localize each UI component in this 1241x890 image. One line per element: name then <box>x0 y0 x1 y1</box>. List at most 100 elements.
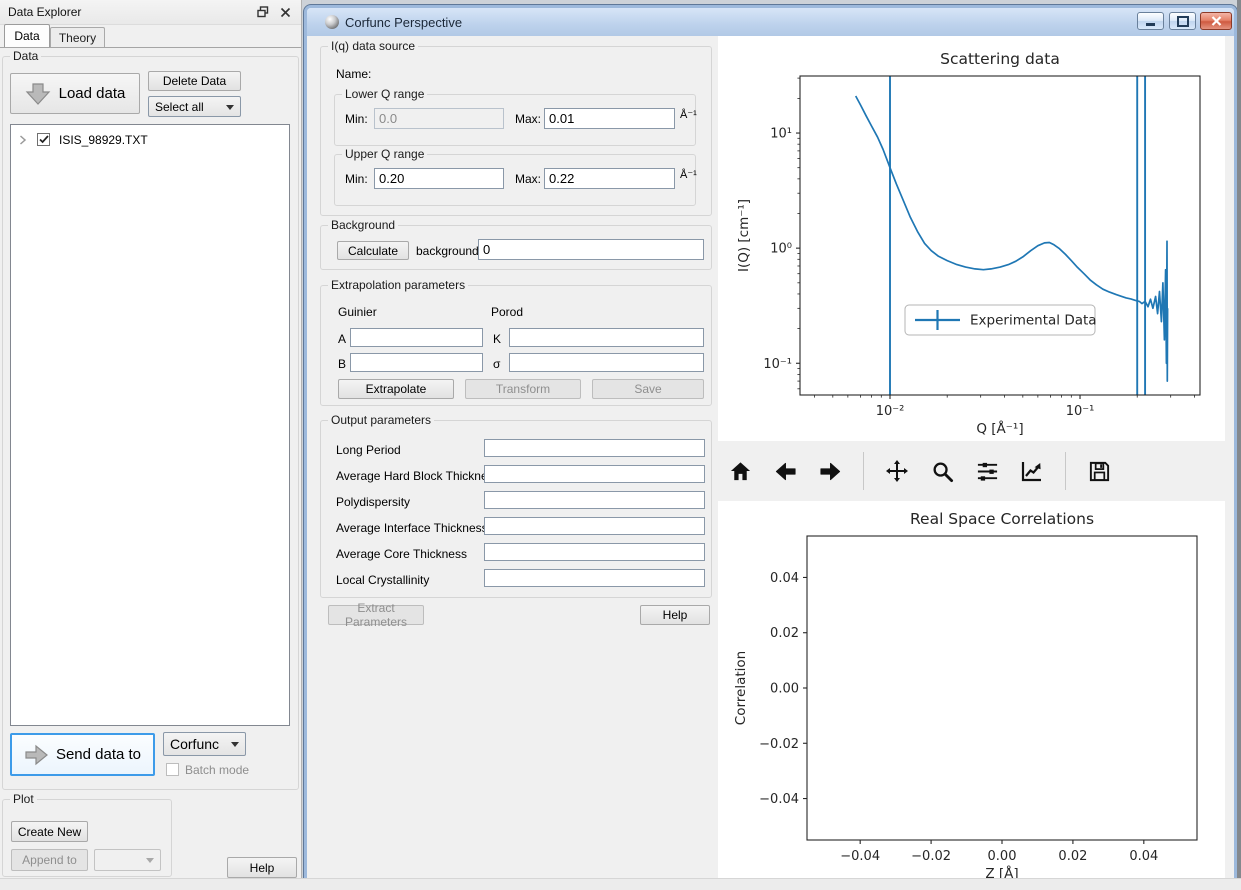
upper-q-label: Upper Q range <box>342 147 427 161</box>
extract-parameters-button[interactable]: Extract Parameters <box>328 605 424 625</box>
long-period-label: Long Period <box>336 443 401 457</box>
porod-label: Porod <box>491 305 523 319</box>
maximize-button[interactable] <box>1169 12 1196 30</box>
upper-q-range-group: Upper Q range Min: Max: Å⁻¹ <box>334 154 696 206</box>
send-data-to-button[interactable]: Send data to <box>10 733 155 776</box>
transform-button[interactable]: Transform <box>465 379 581 399</box>
statusbar-strip <box>0 878 1241 890</box>
svg-text:0.00: 0.00 <box>988 849 1017 864</box>
upper-min-input[interactable] <box>374 168 504 189</box>
upper-max-input[interactable] <box>544 168 675 189</box>
plot-groupbox: Plot Create New Append to <box>2 799 172 877</box>
avg-hard-block-input[interactable] <box>484 465 705 483</box>
lower-max-input[interactable] <box>544 108 675 129</box>
send-arrow-icon <box>24 744 48 766</box>
form-help-button[interactable]: Help <box>640 605 710 625</box>
svg-text:0.04: 0.04 <box>1129 849 1158 864</box>
explorer-help-button[interactable]: Help <box>227 857 297 878</box>
guinier-label: Guinier <box>338 305 377 319</box>
zoom-icon[interactable] <box>930 459 954 483</box>
matplotlib-toolbar <box>718 441 1225 501</box>
send-data-to-label: Send data to <box>56 746 141 763</box>
plot-groupbox-label: Plot <box>10 792 37 806</box>
svg-text:10⁰: 10⁰ <box>770 242 792 257</box>
expand-chevron-icon[interactable] <box>19 135 27 145</box>
append-plot-combo[interactable] <box>94 849 161 871</box>
delete-data-button[interactable]: Delete Data <box>148 71 241 91</box>
output-parameters-group: Output parameters Long Period Average Ha… <box>320 420 712 598</box>
select-all-value: Select all <box>155 100 204 114</box>
extrapolate-button[interactable]: Extrapolate <box>338 379 454 399</box>
create-new-plot-button[interactable]: Create New <box>11 821 88 842</box>
window-titlebar[interactable]: Corfunc Perspective <box>307 8 1234 36</box>
svg-text:0.02: 0.02 <box>1058 849 1087 864</box>
local-crystallinity-label: Local Crystallinity <box>336 573 429 587</box>
customize-axes-icon[interactable] <box>1020 459 1044 483</box>
close-panel-icon[interactable] <box>277 4 293 20</box>
svg-text:Q [Å⁻¹]: Q [Å⁻¹] <box>976 420 1023 437</box>
home-icon[interactable] <box>728 459 752 483</box>
perspective-value: Corfunc <box>170 736 219 752</box>
svg-text:Real Space Correlations: Real Space Correlations <box>910 510 1094 528</box>
guinier-b-input[interactable] <box>350 353 483 372</box>
iq-data-source-group: I(q) data source Name: Lower Q range Min… <box>320 46 712 216</box>
data-file-list[interactable]: ISIS_98929.TXT <box>10 124 290 726</box>
svg-text:10⁻²: 10⁻² <box>876 404 905 419</box>
svg-text:−0.04: −0.04 <box>840 849 880 864</box>
calculate-button[interactable]: Calculate <box>337 241 409 260</box>
close-button[interactable] <box>1200 12 1232 30</box>
minimize-button[interactable] <box>1137 12 1164 30</box>
append-to-plot-button[interactable]: Append to <box>11 849 88 871</box>
subplots-icon[interactable] <box>975 459 999 483</box>
perspective-combo[interactable]: Corfunc <box>163 732 246 756</box>
svg-text:Scattering data: Scattering data <box>940 50 1060 68</box>
local-crystallinity-input[interactable] <box>484 569 705 587</box>
download-arrow-icon <box>25 82 51 106</box>
lower-unit-label: Å⁻¹ <box>680 108 697 121</box>
close-icon <box>1211 16 1222 26</box>
batch-mode-checkbox[interactable] <box>166 763 179 776</box>
background-input[interactable] <box>478 239 704 260</box>
avg-core-input[interactable] <box>484 543 705 561</box>
forward-icon[interactable] <box>818 459 842 483</box>
polydispersity-input[interactable] <box>484 491 705 509</box>
save-button[interactable]: Save <box>592 379 704 399</box>
svg-text:−0.02: −0.02 <box>911 849 951 864</box>
list-item[interactable]: ISIS_98929.TXT <box>11 130 289 149</box>
correlation-figure: −0.04−0.020.000.020.040.040.020.00−0.02−… <box>718 501 1225 881</box>
toolbar-separator <box>1065 452 1066 490</box>
guinier-b-label: B <box>338 357 346 371</box>
data-groupbox-label: Data <box>10 49 41 63</box>
avg-interface-input[interactable] <box>484 517 705 535</box>
file-checkbox[interactable] <box>37 133 50 146</box>
scattering-chart[interactable]: 10⁻²10⁻¹10¹10⁰10⁻¹Scattering dataQ [Å⁻¹]… <box>718 36 1225 441</box>
load-data-button[interactable]: Load data <box>10 73 140 114</box>
svg-text:0.00: 0.00 <box>770 682 799 697</box>
porod-sigma-input[interactable] <box>509 353 704 372</box>
corfunc-window: Corfunc Perspective I(q) data source Nam… <box>304 5 1237 878</box>
porod-k-input[interactable] <box>509 328 704 347</box>
long-period-input[interactable] <box>484 439 705 457</box>
correlation-chart[interactable]: −0.04−0.020.000.020.040.040.020.00−0.02−… <box>718 501 1225 881</box>
pan-icon[interactable] <box>885 459 909 483</box>
background-group-label: Background <box>328 218 398 232</box>
float-panel-icon[interactable] <box>255 4 271 20</box>
tab-data[interactable]: Data <box>4 24 50 47</box>
select-all-combo[interactable]: Select all <box>148 96 241 117</box>
tab-theory[interactable]: Theory <box>50 27 105 47</box>
save-icon[interactable] <box>1087 459 1111 483</box>
data-explorer-title: Data Explorer <box>8 5 81 19</box>
avg-interface-label: Average Interface Thickness <box>336 521 488 535</box>
lower-min-label: Min: <box>345 112 368 126</box>
guinier-a-input[interactable] <box>350 328 483 347</box>
back-icon[interactable] <box>773 459 797 483</box>
lower-min-input[interactable] <box>374 108 504 129</box>
maximize-icon <box>1177 16 1189 27</box>
minimize-icon <box>1146 23 1155 26</box>
porod-k-label: K <box>493 332 501 346</box>
background-group: Background Calculate background <box>320 225 712 270</box>
porod-sigma-label: σ <box>493 357 500 371</box>
iq-group-label: I(q) data source <box>328 39 418 53</box>
upper-unit-label: Å⁻¹ <box>680 168 697 181</box>
svg-text:0.02: 0.02 <box>770 626 799 641</box>
